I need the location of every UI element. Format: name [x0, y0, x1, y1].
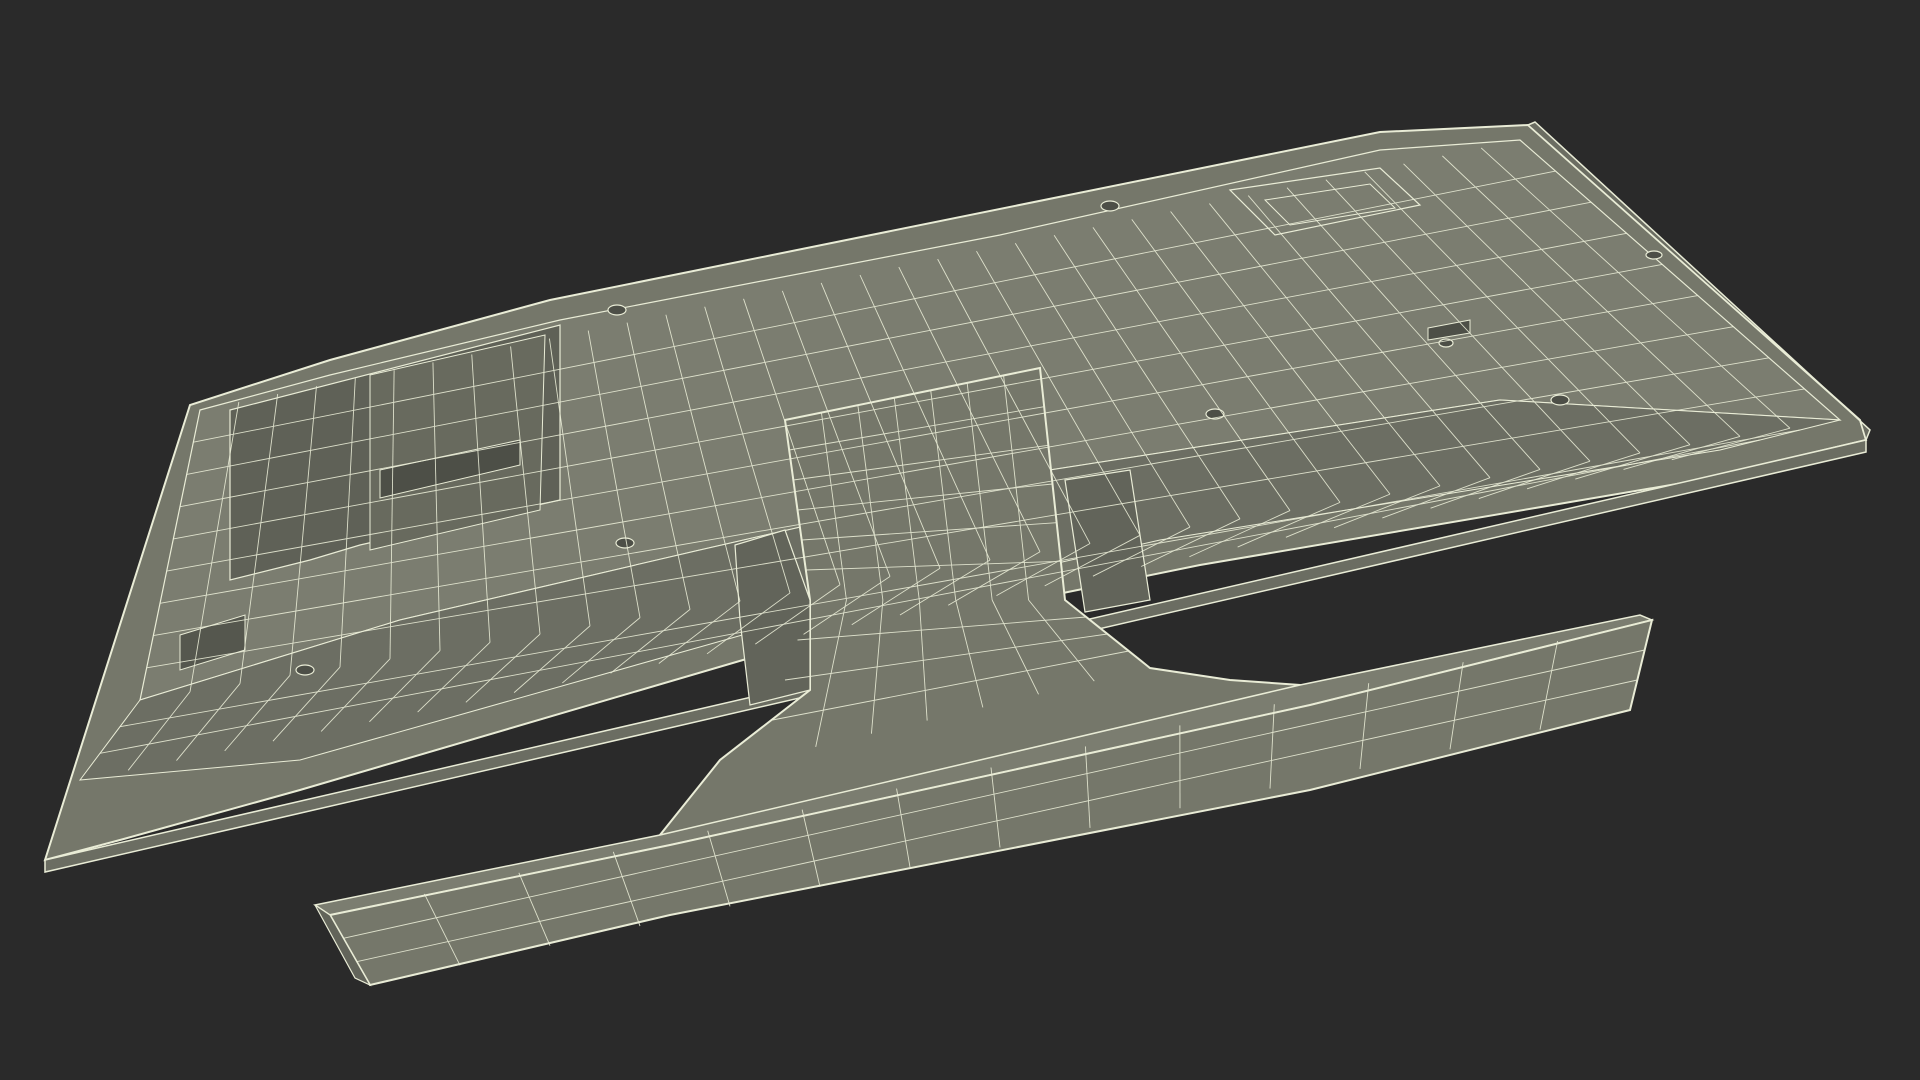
screw-hole — [615, 537, 635, 549]
render-viewport — [0, 0, 1920, 1080]
screw-hole — [295, 664, 315, 676]
screw-hole — [607, 304, 627, 316]
screw-hole — [1645, 250, 1663, 260]
wireframe-scene — [43, 121, 1871, 987]
screw-hole — [1100, 200, 1120, 212]
screw-hole — [1550, 394, 1570, 406]
